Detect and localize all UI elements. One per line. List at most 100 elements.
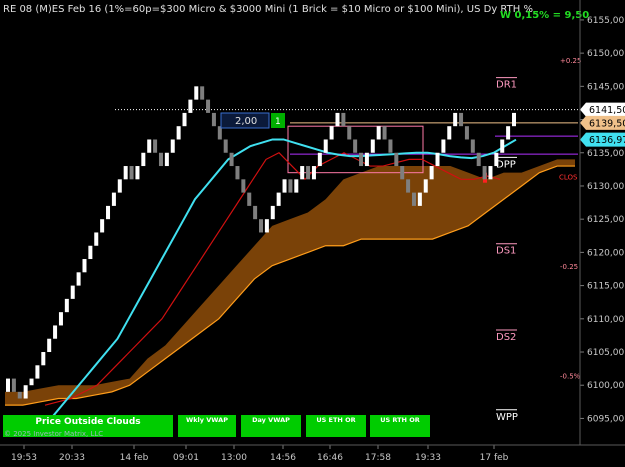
renko-brick [123, 166, 128, 180]
copyright: © 2025 Investor Matrix, LLC [4, 430, 103, 438]
renko-brick [441, 139, 446, 153]
status-button-label: Price Outside Clouds [35, 417, 140, 427]
renko-brick [347, 126, 352, 140]
y-tick-label: 6120,00 [587, 248, 624, 258]
box-count: 1 [275, 117, 281, 127]
renko-brick [11, 378, 16, 392]
renko-chart: DR1 DPP DS1 DS2 WPP +0.25 -0.25 -0.5% CLOS 6095,… [0, 0, 625, 467]
renko-brick [276, 192, 281, 206]
chart-title: RE 08 (M)ES Feb 16 (1%=60p=$300 Micro & … [3, 4, 533, 15]
renko-brick [188, 99, 193, 113]
price-tag-label: 6139,50 [589, 118, 625, 129]
pivot-label-wpp: WPP [496, 412, 518, 423]
renko-brick [464, 126, 469, 140]
renko-brick [264, 219, 269, 233]
status-buttons: Price Outside Clouds Wkly VWAP Day VWAP … [3, 415, 430, 438]
renko-brick [306, 166, 311, 180]
y-tick-label: 6145,00 [587, 82, 624, 92]
renko-brick [35, 365, 40, 379]
renko-brick [406, 179, 411, 193]
renko-brick [88, 245, 93, 260]
price-tag-label: 6141,50 [589, 105, 625, 116]
renko-brick [82, 259, 87, 273]
y-tick-label: 6130,00 [587, 182, 624, 192]
renko-brick [494, 152, 499, 167]
renko-brick [111, 192, 116, 206]
renko-brick [429, 166, 434, 180]
x-tick-label: 13:00 [221, 453, 247, 463]
renko-brick [364, 152, 369, 167]
y-tick-label: 6105,00 [587, 348, 624, 358]
x-tick-label: 09:01 [173, 453, 199, 463]
renko-brick [388, 139, 393, 153]
renko-brick [488, 166, 493, 180]
y-tick-label: 6095,00 [587, 414, 624, 424]
renko-brick [359, 152, 364, 167]
renko-brick [47, 338, 52, 353]
x-tick-label: 14:56 [270, 453, 296, 463]
y-tick-label: 6135,00 [587, 149, 624, 159]
renko-brick [147, 139, 152, 153]
renko-brick [141, 152, 146, 167]
pivot-label-dpp: DPP [496, 159, 516, 170]
y-tick-label: 6100,00 [587, 381, 624, 391]
renko-brick [317, 152, 322, 167]
renko-brick [200, 86, 205, 100]
renko-brick [282, 179, 287, 193]
renko-brick [341, 112, 346, 127]
renko-brick [382, 126, 387, 140]
renko-brick [311, 166, 316, 180]
renko-brick [223, 139, 228, 153]
renko-brick [211, 112, 216, 127]
renko-brick [94, 232, 99, 246]
renko-brick [182, 112, 187, 127]
renko-brick [506, 126, 511, 140]
x-tick-label: 17 feb [480, 453, 509, 463]
renko-brick [329, 126, 334, 140]
renko-brick [500, 139, 505, 153]
clos-label: CLOS [559, 173, 578, 181]
status-button-label: US RTH OR [380, 416, 420, 424]
renko-brick [158, 152, 163, 167]
change-readout: W 0,15% = 9,50 [500, 10, 589, 21]
renko-brick [400, 166, 405, 180]
renko-brick [247, 192, 252, 206]
pct-label: +0.25 [560, 57, 581, 65]
renko-brick [459, 112, 464, 127]
renko-brick [17, 391, 22, 399]
renko-brick [58, 312, 63, 326]
renko-brick [135, 166, 140, 180]
pivot-label-ds2: DS2 [496, 332, 516, 343]
renko-brick [53, 325, 58, 339]
renko-brick [241, 179, 246, 193]
x-tick-label: 17:58 [365, 453, 391, 463]
renko-brick [394, 152, 399, 167]
renko-brick [64, 298, 69, 313]
renko-brick [294, 179, 299, 193]
renko-brick [270, 205, 275, 220]
renko-brick [6, 378, 10, 392]
y-tick-label: 6125,00 [587, 215, 624, 225]
renko-brick [117, 179, 122, 193]
x-tick-label: 16:46 [317, 453, 343, 463]
value-box[interactable]: 2,00 1 [220, 112, 285, 129]
renko-brick [229, 152, 234, 167]
renko-brick [470, 139, 475, 153]
renko-brick [300, 166, 305, 180]
pct-label: -0.5% [560, 373, 581, 381]
y-tick-label: 6155,00 [587, 16, 624, 26]
renko-brick [482, 166, 487, 180]
status-button-label: Wkly VWAP [186, 416, 228, 424]
renko-brick [259, 219, 263, 233]
status-button-label: Day VWAP [252, 416, 290, 424]
renko-brick [253, 205, 258, 220]
renko-brick [23, 385, 28, 399]
renko-brick [100, 219, 105, 233]
renko-brick [353, 139, 358, 153]
renko-brick [29, 378, 34, 386]
renko-brick [164, 152, 169, 167]
pivot-label-ds1: DS1 [496, 246, 516, 257]
renko-brick [70, 285, 75, 299]
pivot-label-dr1: DR1 [496, 80, 517, 91]
y-tick-label: 6110,00 [587, 315, 624, 325]
